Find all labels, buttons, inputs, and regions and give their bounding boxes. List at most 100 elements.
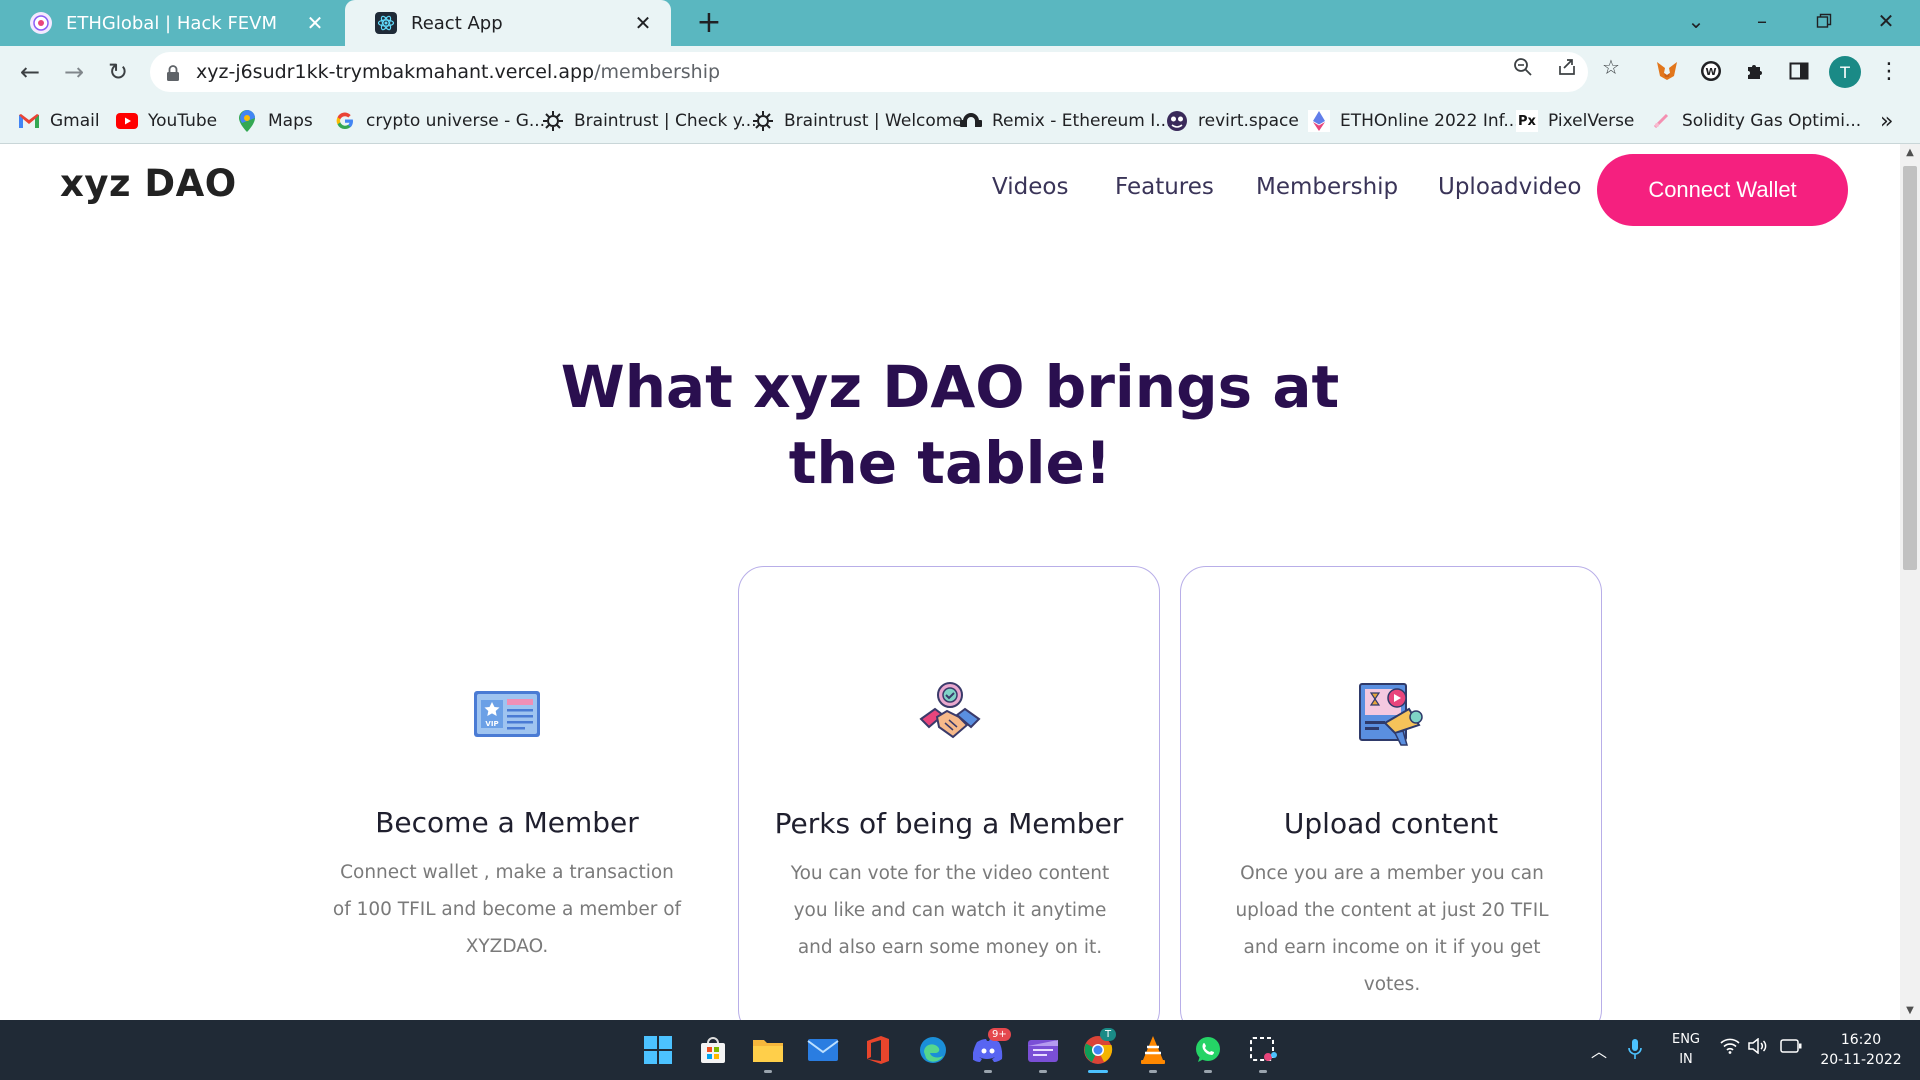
forward-icon[interactable]: → xyxy=(58,56,90,88)
back-icon[interactable]: ← xyxy=(14,56,46,88)
card-description: Connect wallet , make a transaction of 1… xyxy=(332,862,682,957)
office-icon[interactable] xyxy=(860,1032,896,1068)
bookmark-remix[interactable]: Remix - Ethereum I... xyxy=(960,107,1171,135)
bookmark-solidity-gas[interactable]: Solidity Gas Optimi... xyxy=(1650,107,1861,135)
tab-title: React App xyxy=(411,12,503,34)
show-hidden-icons-chevron[interactable]: ︿ xyxy=(1591,1038,1607,1062)
clipchamp-icon[interactable] xyxy=(1025,1032,1061,1068)
mail-icon[interactable] xyxy=(805,1032,841,1068)
bookmark-braintrust-welcome[interactable]: Braintrust | Welcome xyxy=(752,107,963,135)
active-window-indicator xyxy=(1088,1070,1108,1073)
extensions-puzzle-icon[interactable] xyxy=(1742,58,1768,84)
tab-search-icon[interactable]: ⌄ xyxy=(1676,6,1716,36)
zoom-icon[interactable] xyxy=(1510,54,1536,80)
close-tab-icon[interactable]: ✕ xyxy=(303,11,327,35)
region-code: IN xyxy=(1679,1052,1693,1067)
close-tab-icon[interactable]: ✕ xyxy=(631,11,655,35)
start-icon[interactable] xyxy=(640,1032,676,1068)
remix-icon xyxy=(960,110,982,132)
scrollbar-thumb[interactable] xyxy=(1903,166,1917,570)
bookmark-label: Braintrust | Welcome xyxy=(784,111,963,131)
metamask-icon[interactable] xyxy=(1654,58,1680,84)
side-panel-icon[interactable] xyxy=(1786,58,1812,84)
braintrust-icon xyxy=(752,110,774,132)
new-tab-button[interactable]: + xyxy=(692,7,726,39)
solidity-icon xyxy=(1650,110,1672,132)
discord-notification-badge: 9+ xyxy=(988,1028,1011,1041)
tab-react-app[interactable]: React App ✕ xyxy=(345,0,671,46)
bookmarks-bar: Gmail YouTube Maps crypto universe - G..… xyxy=(0,98,1920,144)
whatsapp-icon[interactable] xyxy=(1190,1032,1226,1068)
bookmark-revirt[interactable]: revirt.space xyxy=(1166,107,1299,135)
svg-text:VIP: VIP xyxy=(485,720,498,728)
file-explorer-icon[interactable] xyxy=(750,1032,786,1068)
bookmark-ethonline[interactable]: ETHOnline 2022 Inf... xyxy=(1308,107,1520,135)
reload-icon[interactable]: ↻ xyxy=(102,56,134,88)
connect-wallet-button[interactable]: Connect Wallet xyxy=(1597,154,1848,226)
share-icon[interactable] xyxy=(1554,54,1580,80)
scroll-down-arrow[interactable]: ▼ xyxy=(1900,1002,1920,1020)
url-path: /membership xyxy=(594,61,721,83)
running-indicator xyxy=(1259,1070,1267,1073)
bookmark-maps[interactable]: Maps xyxy=(236,107,313,135)
wordpress-icon[interactable]: W xyxy=(1698,58,1724,84)
input-language-indicator[interactable]: ENG IN xyxy=(1668,1030,1704,1070)
revirt-icon xyxy=(1166,110,1188,132)
video-megaphone-icon xyxy=(1357,679,1427,749)
bookmark-label: PixelVerse xyxy=(1548,111,1635,131)
chrome-menu-icon[interactable]: ⋮ xyxy=(1876,58,1902,84)
card-description: Once you are a member you can upload the… xyxy=(1235,863,1549,995)
volume-icon[interactable] xyxy=(1748,1037,1768,1058)
running-indicator xyxy=(1149,1070,1157,1073)
bookmark-braintrust-check[interactable]: Braintrust | Check y... xyxy=(542,107,757,135)
snipping-tool-icon[interactable] xyxy=(1245,1032,1281,1068)
minimize-icon[interactable]: – xyxy=(1742,6,1782,36)
lock-icon xyxy=(166,64,180,81)
bookmark-youtube[interactable]: YouTube xyxy=(116,107,217,135)
braintrust-icon xyxy=(542,110,564,132)
taskbar-clock[interactable]: 16:20 20-11-2022 xyxy=(1818,1030,1904,1070)
nav-link-features[interactable]: Features xyxy=(1115,174,1214,200)
tab-title: ETHGlobal | Hack FEVM xyxy=(66,12,278,34)
address-bar[interactable]: xyz-j6sudr1kk-trymbakmahant.vercel.app/m… xyxy=(150,52,1588,92)
maps-icon xyxy=(236,110,258,132)
battery-icon[interactable] xyxy=(1780,1038,1802,1057)
profile-avatar[interactable]: T xyxy=(1829,56,1861,88)
edge-icon[interactable] xyxy=(915,1032,951,1068)
close-window-icon[interactable]: ✕ xyxy=(1866,6,1906,36)
ethglobal-icon xyxy=(30,12,52,34)
bookmark-label: revirt.space xyxy=(1198,111,1299,131)
bookmarks-overflow-button[interactable]: » xyxy=(1880,107,1893,135)
microsoft-store-icon[interactable] xyxy=(695,1032,731,1068)
hero-line-1: What xyz DAO brings at xyxy=(560,353,1340,421)
clock-time: 16:20 xyxy=(1840,1032,1882,1048)
restore-icon[interactable] xyxy=(1804,6,1844,36)
hero-line-2: the table! xyxy=(788,429,1112,497)
browser-tab-strip: ETHGlobal | Hack FEVM ✕ React App ✕ + ⌄ … xyxy=(0,0,1920,46)
gmail-icon xyxy=(18,110,40,132)
card-title: Upload content xyxy=(1283,807,1499,840)
bookmark-label: Maps xyxy=(268,111,313,131)
microphone-icon[interactable] xyxy=(1628,1038,1642,1064)
bookmark-label: ETHOnline 2022 Inf... xyxy=(1340,111,1520,131)
nav-link-videos[interactable]: Videos xyxy=(992,174,1068,200)
nav-link-uploadvideo[interactable]: Uploadvideo xyxy=(1438,174,1581,200)
bookmark-crypto-universe[interactable]: crypto universe - G... xyxy=(334,107,545,135)
scroll-up-arrow[interactable]: ▲ xyxy=(1900,144,1920,162)
site-logo[interactable]: xyz DAO xyxy=(60,162,237,205)
bookmark-gmail[interactable]: Gmail xyxy=(18,107,100,135)
wifi-icon[interactable] xyxy=(1720,1038,1740,1058)
card-title: Become a Member xyxy=(375,806,639,839)
web-page: xyz DAO Videos Features Membership Uploa… xyxy=(0,144,1900,1020)
clock-date: 20-11-2022 xyxy=(1820,1052,1902,1068)
feature-card-member-perks: Perks of being a Member You can vote for… xyxy=(738,566,1160,1020)
bookmark-pixelverse[interactable]: Px PixelVerse xyxy=(1516,107,1634,135)
vlc-icon[interactable] xyxy=(1135,1032,1171,1068)
google-icon xyxy=(334,110,356,132)
chrome-profile-badge: T xyxy=(1100,1028,1117,1041)
browser-toolbar: ← → ↻ xyz-j6sudr1kk-trymbakmahant.vercel… xyxy=(0,46,1920,98)
bookmark-star-icon[interactable]: ☆ xyxy=(1598,54,1624,80)
nav-link-membership[interactable]: Membership xyxy=(1256,174,1398,200)
tab-ethglobal[interactable]: ETHGlobal | Hack FEVM ✕ xyxy=(0,0,343,46)
youtube-icon xyxy=(116,110,138,132)
